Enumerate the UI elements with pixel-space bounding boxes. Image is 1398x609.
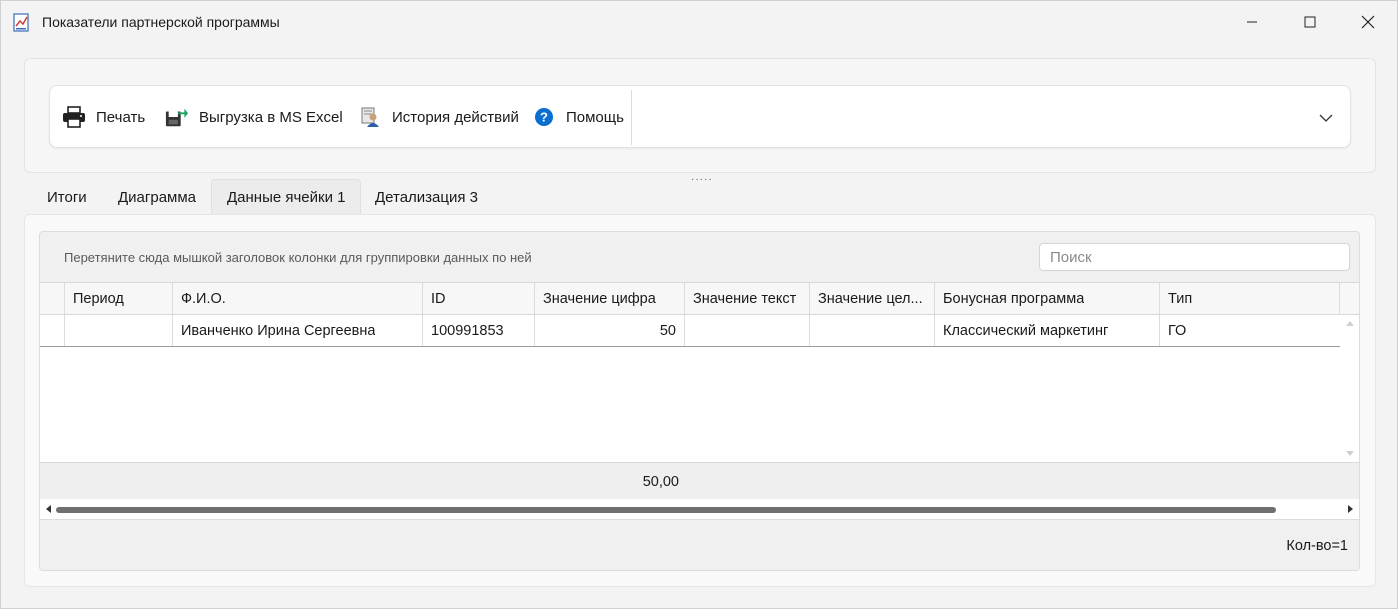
search-input[interactable] (1039, 243, 1350, 271)
tab-cell-data[interactable]: Данные ячейки 1 (211, 179, 362, 215)
close-button[interactable] (1339, 1, 1397, 43)
ribbon-toolbar: Печать Выгрузка в MS Excel История дейст… (49, 85, 1351, 148)
app-window: Показатели партнерской программы Печать (0, 0, 1398, 609)
cell-id[interactable]: 100991853 (423, 315, 535, 346)
tab-totals[interactable]: Итоги (32, 179, 102, 215)
table-row[interactable]: Иванченко Ирина Сергеевна 100991853 50 К… (40, 315, 1340, 347)
toolbar-separator (631, 90, 632, 145)
cell-bonus-program[interactable]: Классический маркетинг (935, 315, 1160, 346)
grid-status-bar: Кол-во=1 (40, 519, 1359, 570)
cell-name[interactable]: Иванченко Ирина Сергеевна (173, 315, 423, 346)
data-grid: Перетяните сюда мышкой заголовок колонки… (39, 231, 1360, 571)
cell-value-int[interactable] (810, 315, 935, 346)
excel-export-label: Выгрузка в MS Excel (199, 108, 343, 126)
history-label: История действий (392, 108, 519, 126)
maximize-icon (1304, 16, 1316, 28)
maximize-button[interactable] (1281, 1, 1339, 43)
help-button[interactable]: ? Помощь (532, 105, 624, 129)
column-header-value-number[interactable]: Значение цифра (535, 283, 685, 314)
printer-icon (62, 105, 86, 129)
horizontal-scrollbar[interactable] (40, 499, 1359, 519)
close-icon (1361, 15, 1375, 29)
cell-period[interactable] (65, 315, 173, 346)
scroll-up-arrow-icon[interactable] (1345, 319, 1355, 327)
title-bar: Показатели партнерской программы (1, 1, 1397, 43)
header-filler (1340, 283, 1359, 314)
minimize-icon (1247, 21, 1257, 23)
scroll-right-arrow-icon[interactable] (1347, 504, 1355, 514)
print-button[interactable]: Печать (62, 105, 145, 129)
tab-chart[interactable]: Диаграмма (103, 179, 211, 215)
summary-row: 50,00 (40, 462, 1359, 499)
row-count: Кол-во=1 (1286, 538, 1348, 554)
column-header-value-int[interactable]: Значение цел... (810, 283, 935, 314)
group-by-panel[interactable]: Перетяните сюда мышкой заголовок колонки… (40, 232, 1359, 283)
excel-export-icon (165, 105, 189, 129)
column-header-bonus-program[interactable]: Бонусная программа (935, 283, 1160, 314)
scroll-left-arrow-icon[interactable] (44, 504, 52, 514)
column-header-id[interactable]: ID (423, 283, 535, 314)
table-header: Период Ф.И.О. ID Значение цифра Значение… (40, 283, 1359, 315)
print-label: Печать (96, 108, 146, 126)
column-header-name[interactable]: Ф.И.О. (173, 283, 423, 314)
svg-text:?: ? (540, 110, 548, 125)
app-chart-icon (13, 13, 29, 32)
row-indicator[interactable] (40, 315, 65, 346)
total-value: 50,00 (642, 473, 679, 490)
cell-value-text[interactable] (685, 315, 810, 346)
column-header-period[interactable]: Период (65, 283, 173, 314)
horizontal-scroll-thumb[interactable] (56, 507, 1276, 513)
help-label: Помощь (566, 108, 624, 126)
column-header-value-text[interactable]: Значение текст (685, 283, 810, 314)
history-icon (358, 105, 382, 129)
history-button[interactable]: История действий (358, 105, 519, 129)
row-indicator-header (40, 283, 65, 314)
vertical-scrollbar[interactable] (1341, 315, 1359, 462)
splitter-handle[interactable]: ····· (691, 175, 713, 185)
tab-details[interactable]: Детализация 3 (360, 179, 493, 215)
column-header-type[interactable]: Тип (1160, 283, 1340, 314)
cell-value-number[interactable]: 50 (535, 315, 685, 346)
help-icon: ? (532, 105, 556, 129)
scroll-down-arrow-icon[interactable] (1345, 450, 1355, 458)
group-by-hint: Перетяните сюда мышкой заголовок колонки… (64, 250, 532, 265)
excel-export-button[interactable]: Выгрузка в MS Excel (165, 105, 343, 129)
chevron-down-icon[interactable] (1316, 110, 1336, 126)
window-title: Показатели партнерской программы (42, 14, 280, 30)
cell-type[interactable]: ГО (1160, 315, 1340, 346)
minimize-button[interactable] (1223, 1, 1281, 43)
